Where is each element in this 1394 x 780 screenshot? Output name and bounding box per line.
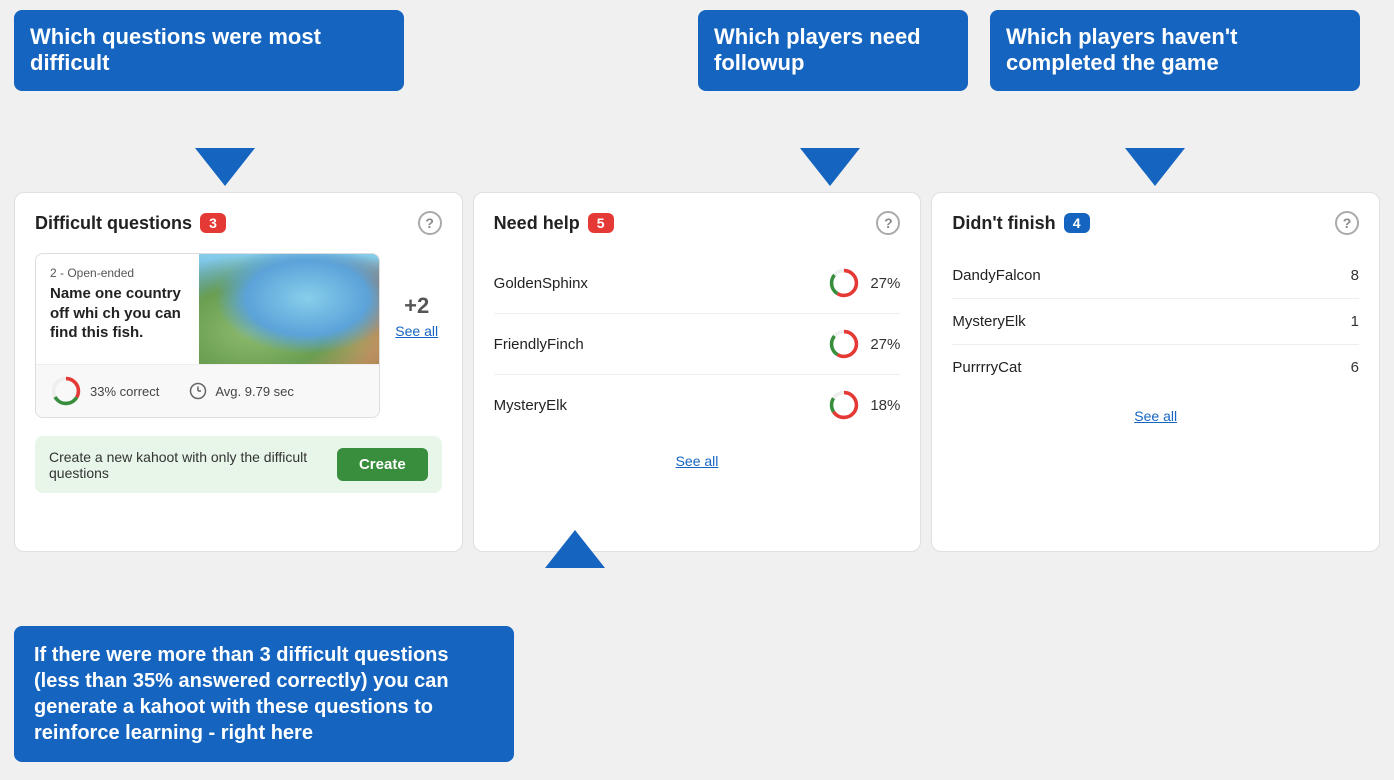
need-help-player-list: GoldenSphinx 27% FriendlyFinch <box>494 253 901 435</box>
card2-help-icon[interactable]: ? <box>876 211 900 235</box>
create-button[interactable]: Create <box>337 448 428 481</box>
player-row: PurrrryCat 6 <box>952 345 1359 390</box>
create-bar: Create a new kahoot with only the diffic… <box>35 436 442 493</box>
see-all-center-2: See all <box>494 453 901 469</box>
tooltip-q2-text: Which players need followup <box>714 24 921 75</box>
correct-donut <box>50 375 82 407</box>
card1-badge: 3 <box>200 213 226 233</box>
correct-label: 33% correct <box>90 384 159 399</box>
card2-badge: 5 <box>588 213 614 233</box>
player-name: MysteryElk <box>494 397 567 414</box>
card1-header: Difficult questions 3 ? <box>35 211 442 235</box>
question-card: 2 - Open-ended Name one country off whi … <box>35 253 380 418</box>
player-name: MysteryElk <box>952 313 1025 330</box>
player-donut-1 <box>828 267 860 299</box>
difficult-questions-card: Difficult questions 3 ? 2 - Open-ended N… <box>14 192 463 552</box>
question-title: Name one country off whi ch you can find… <box>50 284 185 343</box>
avg-time-label: Avg. 9.79 sec <box>215 384 294 399</box>
bottom-tooltip: If there were more than 3 difficult ques… <box>14 626 514 762</box>
card1-help-icon[interactable]: ? <box>418 211 442 235</box>
question-text-area: 2 - Open-ended Name one country off whi … <box>36 254 199 364</box>
arrow-down-2 <box>800 148 860 186</box>
player-score: 1 <box>1351 313 1359 330</box>
player-donut-3 <box>828 389 860 421</box>
avg-time-stat: Avg. 9.79 sec <box>189 382 294 400</box>
plus-count: +2 <box>392 293 442 319</box>
player-right: 27% <box>828 328 900 360</box>
card3-header: Didn't finish 4 ? <box>952 211 1359 235</box>
see-all-link-2[interactable]: See all <box>494 453 901 469</box>
player-row: DandyFalcon 8 <box>952 253 1359 299</box>
player-row: FriendlyFinch 27% <box>494 314 901 375</box>
question-image <box>199 254 379 364</box>
question-image-inner <box>199 254 379 364</box>
create-bar-text: Create a new kahoot with only the diffic… <box>49 449 337 481</box>
question-card-top: 2 - Open-ended Name one country off whi … <box>36 254 379 364</box>
card3-badge: 4 <box>1064 213 1090 233</box>
player-score: 8 <box>1351 267 1359 284</box>
cards-row: Difficult questions 3 ? 2 - Open-ended N… <box>14 192 1380 552</box>
plus-more-area: +2 See all <box>392 263 442 339</box>
player-row: MysteryElk 1 <box>952 299 1359 345</box>
see-all-link-3[interactable]: See all <box>952 408 1359 424</box>
arrow-down-1 <box>195 148 255 186</box>
didnt-finish-player-list: DandyFalcon 8 MysteryElk 1 PurrrryCat 6 <box>952 253 1359 390</box>
question-stats: 33% correct Avg. 9.79 sec <box>36 364 379 417</box>
question-label: 2 - Open-ended <box>50 266 185 280</box>
need-help-card: Need help 5 ? GoldenSphinx 27% <box>473 192 922 552</box>
tooltip-players-followup: Which players need followup <box>698 10 968 91</box>
player-percent: 27% <box>870 275 900 292</box>
card2-title: Need help <box>494 213 580 234</box>
card2-header: Need help 5 ? <box>494 211 901 235</box>
player-row: GoldenSphinx 27% <box>494 253 901 314</box>
clock-icon <box>189 382 207 400</box>
tooltip-players-not-completed: Which players haven't completed the game <box>990 10 1360 91</box>
arrow-up-create <box>545 530 605 568</box>
card2-title-group: Need help 5 <box>494 213 614 234</box>
didnt-finish-card: Didn't finish 4 ? DandyFalcon 8 MysteryE… <box>931 192 1380 552</box>
player-donut-2 <box>828 328 860 360</box>
player-percent: 18% <box>870 397 900 414</box>
player-right: 18% <box>828 389 900 421</box>
player-right: 27% <box>828 267 900 299</box>
player-name: FriendlyFinch <box>494 336 584 353</box>
bottom-tooltip-text: If there were more than 3 difficult ques… <box>34 644 449 744</box>
player-name: PurrrryCat <box>952 359 1021 376</box>
player-row: MysteryElk 18% <box>494 375 901 435</box>
page-wrapper: Which questions were most difficult Whic… <box>0 0 1394 780</box>
see-all-link-1[interactable]: See all <box>392 323 442 339</box>
see-all-center-3: See all <box>952 408 1359 424</box>
card3-title: Didn't finish <box>952 213 1055 234</box>
player-percent: 27% <box>870 336 900 353</box>
tooltip-q1-text: Which questions were most difficult <box>30 24 321 75</box>
player-name: GoldenSphinx <box>494 275 588 292</box>
card3-help-icon[interactable]: ? <box>1335 211 1359 235</box>
card3-title-group: Didn't finish 4 <box>952 213 1089 234</box>
tooltip-q3-text: Which players haven't completed the game <box>1006 24 1237 75</box>
player-name: DandyFalcon <box>952 267 1040 284</box>
correct-stat: 33% correct <box>50 375 159 407</box>
card1-title-group: Difficult questions 3 <box>35 213 226 234</box>
tooltip-difficult-questions: Which questions were most difficult <box>14 10 404 91</box>
arrow-down-3 <box>1125 148 1185 186</box>
card1-title: Difficult questions <box>35 213 192 234</box>
player-score: 6 <box>1351 359 1359 376</box>
